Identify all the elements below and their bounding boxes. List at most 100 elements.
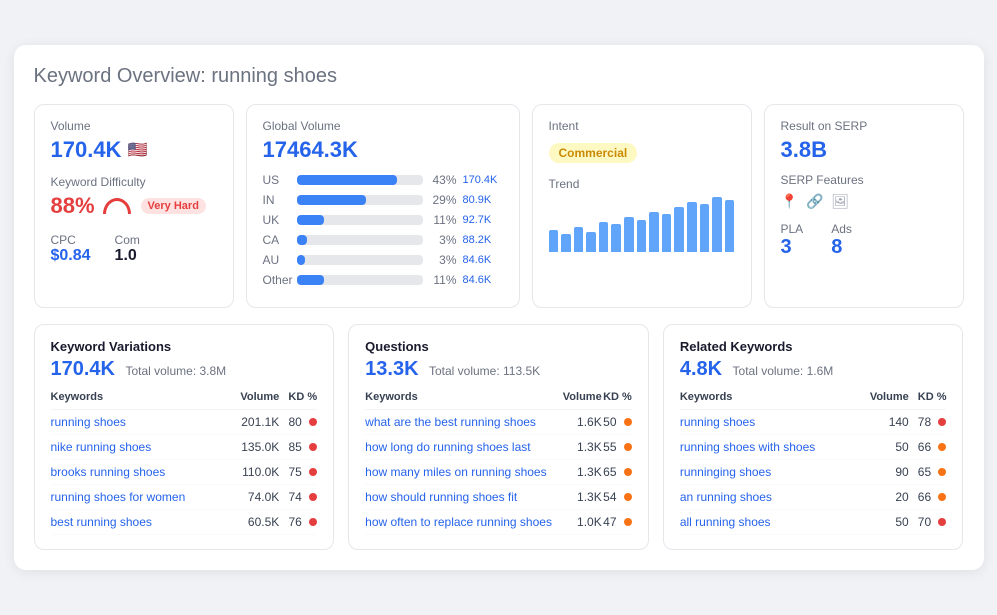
pla-ads-row: PLA 3 Ads 8: [781, 222, 947, 259]
table-row: running shoes 140 78: [680, 410, 947, 435]
rk-count: 4.8K: [680, 358, 722, 380]
cpc-item: CPC $0.84: [51, 233, 91, 265]
keyword-cell[interactable]: all running shoes: [680, 510, 858, 535]
keyword-cell[interactable]: running shoes for women: [51, 485, 229, 510]
volume-cell: 60.5K: [228, 510, 279, 535]
kd-dot: [938, 443, 946, 451]
bar-row: Other 11% 84.6K: [263, 273, 503, 287]
pla-value: 3: [781, 236, 804, 259]
trend-bar: [586, 232, 596, 252]
kd-cell: 55: [602, 435, 632, 460]
kd-cell: 47: [602, 510, 632, 535]
rk-col-kd: KD %: [909, 391, 947, 410]
kv-total-volume: Total volume: 3.8M: [125, 364, 226, 378]
trend-bar: [549, 230, 559, 252]
volume-cell: 135.0K: [228, 435, 279, 460]
kd-cell: 65: [602, 460, 632, 485]
kd-cell: 78: [909, 410, 947, 435]
trend-bar: [611, 224, 621, 252]
keyword-link[interactable]: brooks running shoes: [51, 465, 166, 479]
keyword-cell[interactable]: how many miles on running shoes: [365, 460, 561, 485]
kd-label: Keyword Difficulty: [51, 175, 217, 189]
trend-bar: [700, 204, 710, 252]
flag-icon: 🇺🇸: [127, 140, 147, 160]
keyword-link[interactable]: runninging shoes: [680, 465, 771, 479]
top-row: Volume 170.4K 🇺🇸 Keyword Difficulty 88% …: [34, 104, 964, 308]
kd-cell: 76: [279, 510, 317, 535]
bar-pct: 3%: [429, 253, 457, 267]
q-col-volume: Volume: [561, 391, 602, 410]
kd-gauge: [103, 198, 131, 214]
keyword-cell[interactable]: what are the best running shoes: [365, 410, 561, 435]
cpc-value: $0.84: [51, 247, 91, 265]
volume-cell: 1.3K: [561, 460, 602, 485]
volume-cell: 50: [858, 435, 909, 460]
bar-row: CA 3% 88.2K: [263, 233, 503, 247]
keyword-cell[interactable]: running shoes: [680, 410, 858, 435]
volume-cell: 1.6K: [561, 410, 602, 435]
keyword-cell[interactable]: best running shoes: [51, 510, 229, 535]
keyword-link[interactable]: running shoes: [680, 415, 755, 429]
kd-dot: [938, 493, 946, 501]
ads-item: Ads 8: [831, 222, 852, 259]
keyword-link[interactable]: running shoes: [51, 415, 126, 429]
kd-section: Keyword Difficulty 88% Very Hard: [51, 175, 217, 219]
cpc-com-row: CPC $0.84 Com 1.0: [51, 233, 217, 265]
keyword-link[interactable]: how should running shoes fit: [365, 490, 517, 504]
kd-cell: 66: [909, 435, 947, 460]
q-col-kd: KD %: [602, 391, 632, 410]
volume-cell: 20: [858, 485, 909, 510]
keyword-cell[interactable]: how should running shoes fit: [365, 485, 561, 510]
keyword-link[interactable]: running shoes with shoes: [680, 440, 815, 454]
keyword-cell[interactable]: runninging shoes: [680, 460, 858, 485]
keyword-link[interactable]: how many miles on running shoes: [365, 465, 546, 479]
kv-col-volume: Volume: [228, 391, 279, 410]
bar-country: US: [263, 173, 291, 187]
keyword-cell[interactable]: an running shoes: [680, 485, 858, 510]
keyword-link[interactable]: what are the best running shoes: [365, 415, 536, 429]
trend-bar: [662, 214, 672, 252]
table-row: nike running shoes 135.0K 85: [51, 435, 318, 460]
volume-label: Volume: [51, 119, 217, 133]
keyword-cell[interactable]: running shoes: [51, 410, 229, 435]
keyword-link[interactable]: an running shoes: [680, 490, 772, 504]
trend-bar: [574, 227, 584, 252]
bar-vol: 170.4K: [463, 174, 503, 186]
table-row: running shoes for women 74.0K 74: [51, 485, 318, 510]
keyword-link[interactable]: how often to replace running shoes: [365, 515, 552, 529]
main-container: Keyword Overview: running shoes Volume 1…: [14, 45, 984, 570]
keyword-link[interactable]: how long do running shoes last: [365, 440, 530, 454]
keyword-cell[interactable]: brooks running shoes: [51, 460, 229, 485]
trend-bar: [624, 217, 634, 252]
keyword-cell[interactable]: running shoes with shoes: [680, 435, 858, 460]
kd-cell: 54: [602, 485, 632, 510]
trend-bar: [687, 202, 697, 252]
bar-country: Other: [263, 273, 291, 287]
table-row: how often to replace running shoes 1.0K …: [365, 510, 632, 535]
volume-cell: 1.3K: [561, 435, 602, 460]
rk-col-volume: Volume: [858, 391, 909, 410]
bar-fill: [297, 215, 325, 225]
kv-col-kd: KD %: [279, 391, 317, 410]
keyword-link[interactable]: best running shoes: [51, 515, 152, 529]
bar-vol: 84.6K: [463, 254, 503, 266]
trend-bar: [712, 197, 722, 252]
keyword-link[interactable]: running shoes for women: [51, 490, 186, 504]
keyword-cell[interactable]: how long do running shoes last: [365, 435, 561, 460]
kd-cell: 85: [279, 435, 317, 460]
kd-cell: 74: [279, 485, 317, 510]
serp-label: Result on SERP: [781, 119, 947, 133]
keyword-link[interactable]: nike running shoes: [51, 440, 152, 454]
rk-title: Related Keywords: [680, 339, 947, 354]
kd-dot: [309, 518, 317, 526]
serp-icons: 📍🔗🖼: [781, 193, 947, 210]
kd-dot: [938, 468, 946, 476]
bottom-row: Keyword Variations 170.4K Total volume: …: [34, 324, 964, 550]
volume-cell: 50: [858, 510, 909, 535]
q-title: Questions: [365, 339, 632, 354]
keyword-cell[interactable]: nike running shoes: [51, 435, 229, 460]
keyword-link[interactable]: all running shoes: [680, 515, 771, 529]
bar-country: IN: [263, 193, 291, 207]
kd-dot: [309, 493, 317, 501]
keyword-cell[interactable]: how often to replace running shoes: [365, 510, 561, 535]
